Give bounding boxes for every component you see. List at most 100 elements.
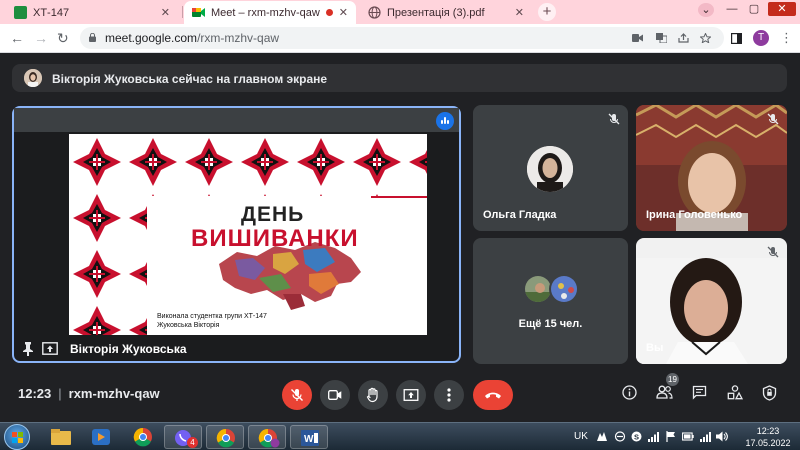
presentation-tile[interactable]: ДЕНЬ ВИШИВАНКИ Виконала студентка групи … <box>12 106 461 363</box>
participant-tile-iryna[interactable]: Ірина Головенько <box>636 105 787 231</box>
mic-off-icon <box>767 246 779 258</box>
signal-strength-icon[interactable] <box>648 431 660 442</box>
skype-icon[interactable]: S <box>631 431 642 442</box>
viber-icon <box>175 430 191 446</box>
more-participants-label: Ещё 15 чел. <box>518 318 583 330</box>
camera-icon[interactable] <box>632 33 643 43</box>
chrome-icon <box>216 428 235 448</box>
battery-icon[interactable] <box>682 431 694 442</box>
globe-icon <box>368 6 381 19</box>
info-icon[interactable] <box>622 385 637 400</box>
taskbar-chrome-window[interactable] <box>206 425 244 449</box>
close-tab-icon[interactable]: ✕ <box>339 6 348 19</box>
minimize-button[interactable]: — <box>722 2 742 16</box>
participant-tile-self[interactable]: Вы <box>636 238 787 364</box>
back-icon[interactable]: ← <box>10 31 24 45</box>
more-vert-icon <box>447 388 451 402</box>
new-tab-button[interactable]: + <box>538 3 556 21</box>
network-icon[interactable] <box>700 431 712 442</box>
taskbar-explorer[interactable] <box>42 425 80 449</box>
avatar <box>527 146 573 192</box>
people-icon[interactable] <box>656 385 673 399</box>
presenting-banner: Вікторія Жуковська сейчас на главном экр… <box>12 64 787 92</box>
media-player-icon <box>92 429 110 445</box>
tab-pdf[interactable]: Презентація (3).pdf ✕ <box>360 1 532 24</box>
side-panel-icon[interactable] <box>731 33 742 44</box>
avatar <box>24 69 42 87</box>
meeting-info: 12:23 | rxm-mzhv-qaw <box>18 386 160 401</box>
participant-count-badge: 19 <box>666 373 679 386</box>
start-button[interactable] <box>4 424 30 450</box>
tab-search-icon[interactable]: ⌄ <box>698 3 714 17</box>
maximize-button[interactable]: ▢ <box>744 2 764 16</box>
raise-hand-button[interactable] <box>358 380 388 410</box>
chrome-profile-icon <box>258 428 280 448</box>
meet-icon <box>192 6 205 19</box>
present-now-button[interactable] <box>396 380 426 410</box>
speaking-indicator-icon <box>436 112 454 130</box>
microphone-toggle-button[interactable] <box>282 380 312 410</box>
shared-slide: ДЕНЬ ВИШИВАНКИ Виконала студентка групи … <box>69 134 427 335</box>
windows-logo-icon <box>12 432 23 443</box>
camera-icon <box>328 390 342 400</box>
mic-off-icon <box>608 113 620 125</box>
tab-meet[interactable]: Meet – rxm-mzhv-qaw ✕ <box>184 1 356 24</box>
hang-up-icon <box>485 392 501 399</box>
volume-icon[interactable] <box>716 431 728 442</box>
flag-icon[interactable] <box>666 431 676 442</box>
slide-title-line1: ДЕНЬ <box>241 203 305 226</box>
host-controls-shield-icon[interactable] <box>762 385 777 401</box>
svg-text:S: S <box>634 432 639 441</box>
tray-tools-icon[interactable] <box>614 431 626 442</box>
chat-icon[interactable] <box>692 385 707 400</box>
windows-taskbar: 4 W UK S 12:23 17.05.2022 <box>0 422 800 450</box>
present-screen-icon[interactable] <box>42 342 58 355</box>
taskbar-word[interactable]: W <box>290 425 328 449</box>
taskbar-chrome-profile[interactable] <box>248 425 286 449</box>
slide-title-line2: ВИШИВАНКИ <box>191 225 359 252</box>
taskbar-chrome[interactable] <box>124 425 162 449</box>
viber-badge: 4 <box>187 437 198 448</box>
mic-off-icon <box>291 389 303 401</box>
lock-icon <box>89 33 96 42</box>
tray-app-icon[interactable] <box>596 431 608 442</box>
address-bar: ← → ↻ meet.google.com/rxm-mzhv-qaw ⋮ <box>0 24 800 53</box>
bookmark-star-icon[interactable] <box>700 33 711 43</box>
classroom-icon <box>14 6 27 19</box>
camera-toggle-button[interactable] <box>320 380 350 410</box>
mic-off-icon <box>767 113 779 125</box>
chrome-icon <box>133 427 152 447</box>
meeting-controls: 12:23 | rxm-mzhv-qaw 19 <box>0 372 800 422</box>
word-icon: W <box>301 430 319 446</box>
close-tab-icon[interactable]: ✕ <box>515 6 524 19</box>
presentation-footer: Вікторія Жуковська <box>14 337 459 361</box>
translate-icon[interactable] <box>656 33 667 43</box>
browser-menu-icon[interactable]: ⋮ <box>780 30 793 46</box>
present-screen-icon <box>403 389 419 401</box>
taskbar-media-player[interactable] <box>82 425 120 449</box>
hand-icon <box>366 387 378 403</box>
leave-call-button[interactable] <box>473 380 513 410</box>
url-field[interactable]: meet.google.com/rxm-mzhv-qaw <box>80 27 724 49</box>
avatar <box>549 274 579 304</box>
forward-icon[interactable]: → <box>34 31 48 45</box>
more-options-button[interactable] <box>434 380 464 410</box>
svg-text:W: W <box>304 434 314 445</box>
profile-avatar[interactable]: T <box>753 30 769 46</box>
reload-icon[interactable]: ↻ <box>57 31 69 45</box>
activities-icon[interactable] <box>727 385 743 400</box>
close-window-button[interactable]: ✕ <box>768 2 796 16</box>
tab-class[interactable]: ХТ-147 ✕ <box>6 1 178 24</box>
folder-icon <box>51 429 71 445</box>
system-clock[interactable]: 12:23 17.05.2022 <box>740 425 796 449</box>
slide-caption: Виконала студентка групи ХТ-147 Жуковськ… <box>157 313 267 329</box>
taskbar-viber[interactable]: 4 <box>164 425 202 449</box>
participant-tile-olga[interactable]: Ольга Гладка <box>473 105 628 231</box>
share-icon[interactable] <box>678 33 689 43</box>
browser-tab-strip: ХТ-147 ✕ Meet – rxm-mzhv-qaw ✕ Презентац… <box>0 0 800 24</box>
pin-icon[interactable] <box>22 342 34 356</box>
recording-dot-icon <box>325 9 333 16</box>
participant-tile-more[interactable]: Ещё 15 чел. <box>473 238 628 364</box>
language-indicator[interactable]: UK <box>574 431 588 442</box>
close-tab-icon[interactable]: ✕ <box>161 6 170 19</box>
